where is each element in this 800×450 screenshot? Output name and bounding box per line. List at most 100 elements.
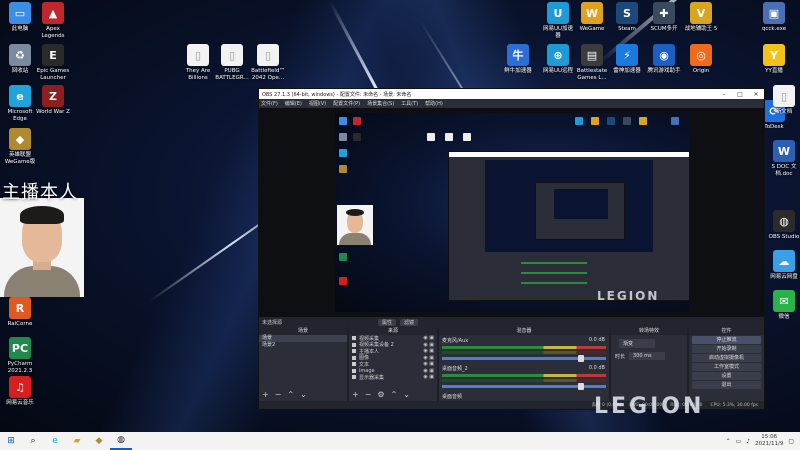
- controls-dock: 控件 停止推流 开始录制 启动虚拟摄像机 工作室模式 设置 退出: [689, 327, 764, 401]
- filters-button[interactable]: 滤镜: [400, 318, 419, 326]
- desktop-shortcut-label: Battlefield™ 2042 Ope...: [251, 68, 285, 81]
- desktop-shortcut[interactable]: ◍ OBS Studio: [762, 210, 800, 241]
- volume-icon[interactable]: ♪: [746, 438, 750, 445]
- properties-button[interactable]: 属性: [378, 318, 397, 326]
- lol-icon: ◆: [9, 128, 31, 150]
- volume-slider[interactable]: [442, 355, 606, 362]
- clock[interactable]: 15:06 2021/11/9: [755, 434, 783, 448]
- add-scene-icon[interactable]: +: [262, 390, 269, 399]
- duration-label: 时长: [615, 353, 626, 360]
- search-icon[interactable]: ⌕: [22, 432, 44, 450]
- mini-apex-icon: [353, 117, 361, 125]
- transitions-header: 转场特效: [611, 327, 687, 335]
- preview-canvas[interactable]: LEGION: [335, 113, 689, 312]
- mixer-channel: 桌面音频_2 0.0 dB: [439, 363, 609, 391]
- desktop-shortcut[interactable]: ◆ 英雄联盟 WeGame版: [0, 128, 42, 166]
- desktop-shortcut[interactable]: Z World War Z: [31, 85, 75, 116]
- exit-button[interactable]: 退出: [692, 381, 761, 389]
- desktop-shortcut-label: 网易UU加速 器: [542, 26, 574, 39]
- desktop-shortcut-label: 网易云网盘: [770, 274, 798, 280]
- remove-scene-icon[interactable]: −: [275, 390, 282, 399]
- desktop-shortcut-label: 网易UU远程: [542, 68, 574, 74]
- transitions-dock: 转场特效 渐变 时长 300 ms: [611, 327, 687, 401]
- netease-music-icon: ♫: [9, 376, 31, 398]
- volume-meter: [442, 346, 606, 349]
- steam-icon: S: [616, 2, 638, 24]
- maximize-icon[interactable]: □: [732, 91, 748, 98]
- settings-button[interactable]: 设置: [692, 372, 761, 380]
- menu-tools[interactable]: 工具(T): [401, 100, 418, 107]
- move-down-icon[interactable]: ⌄: [403, 390, 410, 399]
- recycle-bin-icon: ♻: [9, 44, 31, 66]
- move-down-icon[interactable]: ⌄: [300, 390, 307, 399]
- desktop-shortcut[interactable]: 牛鲜牛加速器: [496, 44, 540, 75]
- file-icon: ▯: [187, 44, 209, 66]
- mini-uu-icon: [575, 117, 583, 125]
- desktop-shortcut-label: S DOC 文 档.doc: [771, 164, 797, 177]
- scene-item[interactable]: 场景: [259, 335, 347, 342]
- virtual-camera-button[interactable]: 启动虚拟摄像机: [692, 354, 761, 362]
- desktop-shortcut[interactable]: ▯ Battlefield™ 2042 Ope...: [246, 44, 290, 82]
- desktop-shortcut-label: Origin: [692, 68, 710, 74]
- desktop-shortcut[interactable]: ▯ 新文档: [762, 85, 800, 116]
- start-recording-button[interactable]: 开始录制: [692, 345, 761, 353]
- mini-pycharm-icon: [339, 253, 347, 261]
- desktop-shortcut[interactable]: W S DOC 文 档.doc: [762, 140, 800, 178]
- move-up-icon[interactable]: ⌃: [391, 390, 398, 399]
- menu-file[interactable]: 文件(F): [261, 100, 278, 107]
- stop-streaming-button[interactable]: 停止推流: [692, 336, 761, 344]
- mini-lol-icon: [339, 165, 347, 173]
- desktop-shortcut-label: WeGame: [579, 26, 605, 32]
- obs-taskbar-icon[interactable]: ◍: [110, 432, 132, 450]
- desktop-shortcut[interactable]: ☁ 网易云网盘: [762, 250, 800, 281]
- transition-select[interactable]: 渐变: [619, 339, 655, 348]
- desktop-shortcut[interactable]: PC PyCharm 2021.2.3: [0, 337, 42, 375]
- monitor-icon: ▭: [9, 2, 31, 24]
- gear-icon[interactable]: ⚙: [377, 390, 384, 399]
- menu-profile[interactable]: 配置文件(P): [333, 100, 360, 107]
- explorer-taskbar-icon[interactable]: ▰: [66, 432, 88, 450]
- desktop-shortcut[interactable]: R RaiCorne: [0, 297, 42, 328]
- mini-monitor-icon: [339, 117, 347, 125]
- minimize-icon[interactable]: –: [716, 91, 732, 98]
- remove-source-icon[interactable]: −: [365, 390, 372, 399]
- cpu-usage: CPU: 5.3%, 30.00 fps: [710, 402, 759, 408]
- chevron-up-icon[interactable]: ⌃: [726, 438, 731, 445]
- desktop-shortcut[interactable]: ▣ qcck.exe: [752, 2, 796, 33]
- file-icon: ▯: [257, 44, 279, 66]
- network-icon[interactable]: ▭: [736, 438, 742, 445]
- nested-obs-window-2: [535, 182, 625, 240]
- desktop-shortcut[interactable]: Y YY直播: [752, 44, 796, 75]
- start-button[interactable]: ⊞: [0, 432, 22, 450]
- desktop-shortcut-label: 此电脑: [11, 26, 29, 32]
- desktop-shortcut[interactable]: E Epic Games Launcher: [31, 44, 75, 82]
- scene-item[interactable]: 场景2: [259, 342, 347, 349]
- obs-title-text: OBS 27.1.3 (64-bit, windows) - 配置文件: 未命名…: [262, 91, 412, 98]
- menu-view[interactable]: 视图(V): [309, 100, 326, 107]
- doc-icon: W: [773, 140, 795, 162]
- file-icon: ▯: [221, 44, 243, 66]
- desktop-shortcut[interactable]: ♫ 网易云音乐: [0, 376, 42, 407]
- source-item[interactable]: 显示器采集 ◉ ▣: [349, 374, 437, 381]
- add-source-icon[interactable]: +: [352, 390, 359, 399]
- move-up-icon[interactable]: ⌃: [287, 390, 294, 399]
- volume-slider[interactable]: [442, 383, 606, 390]
- uu-remote-icon: ⊕: [547, 44, 569, 66]
- studio-mode-button[interactable]: 工作室模式: [692, 363, 761, 371]
- desktop-shortcut[interactable]: V 战地辅助王 5: [679, 2, 723, 33]
- volume-meter: [442, 351, 606, 354]
- volume-meter: [442, 374, 606, 377]
- notification-icon[interactable]: ▢: [788, 438, 794, 445]
- apex-icon: ▲: [42, 2, 64, 24]
- close-icon[interactable]: ✕: [748, 91, 764, 98]
- edge-taskbar-icon[interactable]: e: [44, 432, 66, 450]
- duration-input[interactable]: 300 ms: [629, 352, 666, 360]
- menu-edit[interactable]: 编辑(E): [285, 100, 302, 107]
- desktop-shortcut[interactable]: ◎ Origin: [679, 44, 723, 75]
- menu-help[interactable]: 帮助(H): [425, 100, 443, 107]
- desktop-shortcut[interactable]: ▲ Apex Legends: [31, 2, 75, 40]
- menu-scene-collection[interactable]: 场景集合(S): [367, 100, 394, 107]
- lol-taskbar-icon[interactable]: ◆: [88, 432, 110, 450]
- desktop-shortcut[interactable]: ✉ 微信: [762, 290, 800, 321]
- visibility-icon: ◉ ▣: [423, 348, 434, 355]
